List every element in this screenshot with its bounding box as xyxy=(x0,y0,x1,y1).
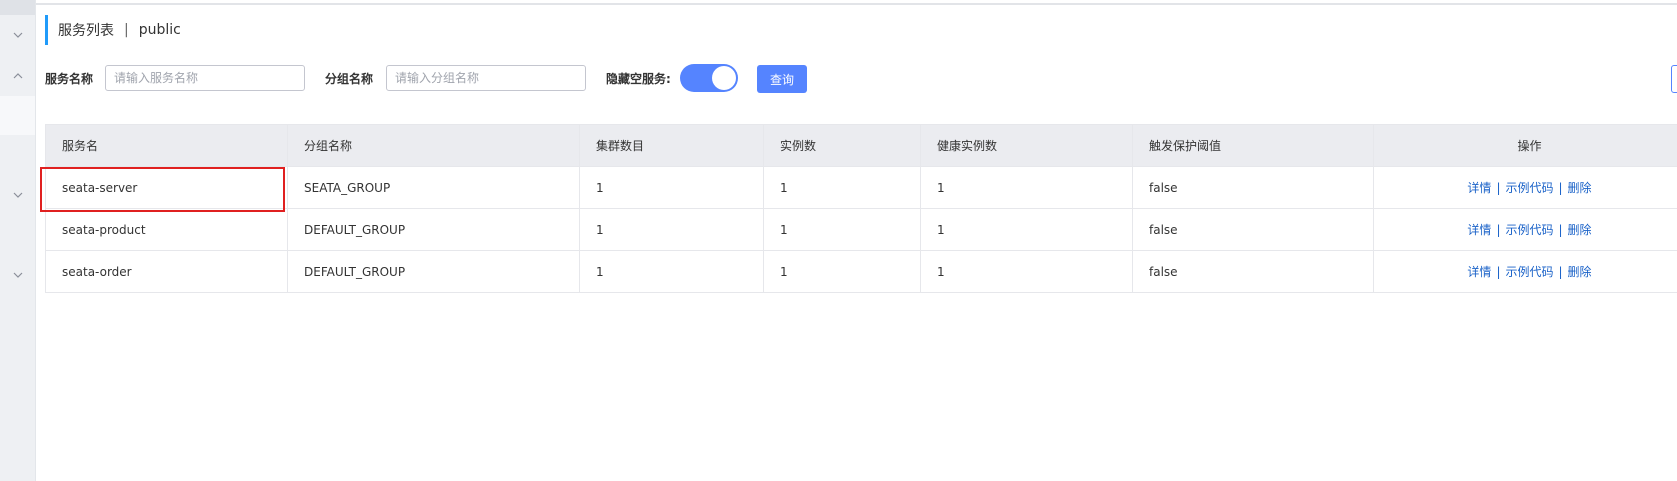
service-name-input[interactable] xyxy=(105,65,305,91)
cell-instance-count: 1 xyxy=(763,250,921,293)
chevron-up-icon[interactable] xyxy=(12,72,24,80)
action-separator: | xyxy=(1496,223,1501,237)
cell-cluster-count: 1 xyxy=(579,208,764,251)
cell-cluster-count: 1 xyxy=(579,166,764,209)
table-row: seata-product DEFAULT_GROUP 1 1 1 false … xyxy=(45,208,1677,251)
cell-instance-count: 1 xyxy=(763,208,921,251)
cell-cluster-count: 1 xyxy=(579,250,764,293)
column-header-threshold: 触发保护阈值 xyxy=(1132,124,1374,167)
cell-healthy-count: 1 xyxy=(920,166,1133,209)
action-separator: | xyxy=(1496,265,1501,279)
namespace-label: public xyxy=(138,22,181,38)
query-button[interactable]: 查询 xyxy=(757,65,807,93)
detail-link[interactable]: 详情 xyxy=(1467,181,1491,195)
sample-code-link[interactable]: 示例代码 xyxy=(1505,265,1553,279)
action-separator: | xyxy=(1558,181,1563,195)
chevron-down-icon[interactable] xyxy=(12,31,24,39)
create-service-button[interactable] xyxy=(1671,65,1677,93)
cell-threshold: false xyxy=(1132,208,1374,251)
cell-service-name: seata-order xyxy=(45,250,288,293)
top-divider xyxy=(36,3,1677,5)
cell-instance-count: 1 xyxy=(763,166,921,209)
column-header-clusters: 集群数目 xyxy=(579,124,764,167)
left-sidebar xyxy=(0,0,36,481)
table-row: seata-server SEATA_GROUP 1 1 1 false 详情 |… xyxy=(45,166,1677,209)
chevron-down-icon[interactable] xyxy=(12,271,24,279)
delete-link[interactable]: 删除 xyxy=(1568,265,1592,279)
detail-link[interactable]: 详情 xyxy=(1467,265,1491,279)
column-header-healthy: 健康实例数 xyxy=(920,124,1133,167)
column-header-instances: 实例数 xyxy=(763,124,921,167)
sample-code-link[interactable]: 示例代码 xyxy=(1505,181,1553,195)
cell-threshold: false xyxy=(1132,250,1374,293)
cell-actions: 详情 | 示例代码 | 删除 xyxy=(1373,250,1677,293)
column-header-group: 分组名称 xyxy=(287,124,580,167)
page-title: 服务列表 | public xyxy=(45,15,181,45)
table-header-row: 服务名 分组名称 集群数目 实例数 健康实例数 触发保护阈值 操作 xyxy=(45,124,1677,167)
column-header-actions: 操作 xyxy=(1373,124,1677,167)
hide-empty-toggle[interactable] xyxy=(680,64,738,92)
sidebar-top-item[interactable] xyxy=(0,0,35,15)
hide-empty-label: 隐藏空服务: xyxy=(606,72,671,86)
sample-code-link[interactable]: 示例代码 xyxy=(1505,223,1553,237)
cell-group-name: DEFAULT_GROUP xyxy=(287,208,580,251)
chevron-down-icon[interactable] xyxy=(12,191,24,199)
page-title-text: 服务列表 xyxy=(58,23,114,39)
detail-link[interactable]: 详情 xyxy=(1467,223,1491,237)
title-separator: | xyxy=(124,22,129,38)
action-separator: | xyxy=(1496,181,1501,195)
delete-link[interactable]: 删除 xyxy=(1568,181,1592,195)
column-header-service: 服务名 xyxy=(45,124,288,167)
cell-service-name: seata-product xyxy=(45,208,288,251)
cell-group-name: SEATA_GROUP xyxy=(287,166,580,209)
group-name-label: 分组名称 xyxy=(325,72,374,86)
action-separator: | xyxy=(1558,265,1563,279)
action-separator: | xyxy=(1558,223,1563,237)
cell-actions: 详情 | 示例代码 | 删除 xyxy=(1373,208,1677,251)
cell-group-name: DEFAULT_GROUP xyxy=(287,250,580,293)
service-table: 服务名 分组名称 集群数目 实例数 健康实例数 触发保护阈值 操作 seata-… xyxy=(45,124,1677,293)
table-row: seata-order DEFAULT_GROUP 1 1 1 false 详情… xyxy=(45,250,1677,293)
toggle-knob xyxy=(712,66,736,90)
cell-healthy-count: 1 xyxy=(920,208,1133,251)
cell-actions: 详情 | 示例代码 | 删除 xyxy=(1373,166,1677,209)
sidebar-active-item[interactable] xyxy=(0,96,35,135)
group-name-input[interactable] xyxy=(386,65,586,91)
service-name-label: 服务名称 xyxy=(45,72,94,86)
cell-threshold: false xyxy=(1132,166,1374,209)
cell-service-name: seata-server xyxy=(45,166,288,209)
cell-healthy-count: 1 xyxy=(920,250,1133,293)
delete-link[interactable]: 删除 xyxy=(1568,223,1592,237)
